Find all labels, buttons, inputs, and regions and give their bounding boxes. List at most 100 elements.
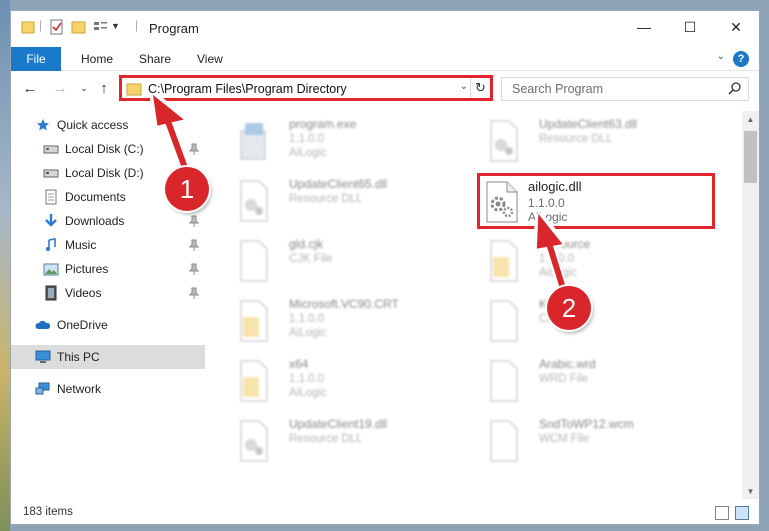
new-folder-icon[interactable] [71, 19, 87, 35]
up-arrow-icon[interactable]: ↑ [93, 77, 115, 99]
file-detail: 1.1.0.0 [289, 373, 325, 385]
file-detail: AiLogic [289, 327, 327, 339]
sidebar-item-videos[interactable]: Videos [11, 281, 205, 305]
customize-toolbar-icon[interactable] [93, 19, 109, 35]
file-detail: CJK File [289, 253, 333, 265]
file-name: UpdateClient63.dll [539, 117, 638, 131]
address-bar[interactable]: C:\Program Files\Program Directory ⌄ ↻ [119, 75, 493, 101]
cloud-icon [35, 317, 51, 333]
file-item[interactable]: UpdateClient63.dll Resource DLL [469, 113, 709, 169]
properties-icon[interactable] [49, 19, 65, 35]
vertical-scrollbar[interactable]: ▲ ▼ [742, 111, 759, 499]
separator: | [39, 18, 43, 32]
file-name: x64 [289, 357, 309, 371]
file-item[interactable]: UpdateClient65.dll Resource DLL [219, 173, 459, 229]
pin-icon[interactable] [189, 263, 199, 275]
title-bar: | ▼ | Program — ☐ ✕ [11, 11, 759, 43]
file-detail: 1.1.0.0 [528, 196, 565, 210]
sidebar-item-network[interactable]: Network [11, 377, 205, 401]
search-box[interactable]: Search Program [501, 77, 749, 101]
minimize-button[interactable]: — [621, 11, 667, 43]
step-2-badge: 2 [547, 286, 591, 330]
file-item[interactable]: gld.cjk CJK File [219, 233, 459, 289]
folder-icon [21, 21, 35, 34]
file-item[interactable]: x64 1.1.0.0 AiLogic [219, 353, 459, 409]
address-path: C:\Program Files\Program Directory [148, 82, 347, 96]
sidebar-item-pictures[interactable]: Pictures [11, 257, 205, 281]
sidebar-item-label: Videos [65, 286, 102, 300]
file-item[interactable]: Arabic.wrd WRD File [469, 353, 709, 409]
file-name: Resource [539, 237, 591, 251]
tab-share[interactable]: Share [139, 47, 171, 71]
file-detail: 1.1.0.0 [289, 133, 325, 145]
help-button[interactable]: ? [733, 51, 749, 67]
close-button[interactable]: ✕ [713, 11, 759, 43]
computer-icon [35, 349, 51, 365]
file-name: program.exe [289, 117, 357, 131]
folder-file-icon [240, 360, 268, 402]
back-arrow-icon[interactable]: ← [19, 77, 41, 99]
drive-icon [43, 165, 59, 181]
pin-icon[interactable] [189, 143, 199, 155]
sidebar-item-downloads[interactable]: Downloads [11, 209, 205, 233]
network-icon [35, 381, 51, 397]
file-item[interactable]: program.exe 1.1.0.0 AiLogic [219, 113, 459, 169]
details-view-icon[interactable] [715, 506, 729, 520]
folder-icon [126, 83, 142, 96]
large-icons-view-icon[interactable] [735, 506, 749, 520]
sidebar-item-label: Local Disk (D:) [65, 166, 144, 180]
scroll-thumb[interactable] [744, 131, 757, 183]
search-placeholder: Search Program [512, 82, 604, 96]
file-detail: 1.1.0.0 [539, 253, 575, 265]
navigation-bar: ← → ⌄ ↑ C:\Program Files\Program Directo… [11, 73, 759, 103]
tab-file[interactable]: File [11, 47, 61, 71]
file-detail: 1.1.0.0 [289, 313, 325, 325]
ribbon-tabs: File Home Share View ⌄ ? [11, 47, 759, 71]
sidebar-item-label: Music [65, 238, 97, 252]
file-name: Microsoft.VC90.CRT [289, 297, 399, 311]
explorer-window: | ▼ | Program — ☐ ✕ File Home Share View… [10, 10, 760, 525]
sidebar-item-quick-access[interactable]: Quick access [11, 113, 205, 137]
step-1-badge: 1 [165, 167, 209, 211]
file-detail: Resource DLL [289, 433, 363, 445]
sidebar-item-this-pc[interactable]: This PC [11, 345, 205, 369]
maximize-button[interactable]: ☐ [667, 11, 713, 43]
highlighted-file-item[interactable]: ailogic.dll 1.1.0.0 AiLogic [477, 173, 715, 229]
file-detail: Resource DLL [539, 133, 613, 145]
blank-file-icon [490, 360, 518, 402]
scroll-down-icon[interactable]: ▼ [742, 483, 759, 499]
tab-view[interactable]: View [197, 47, 223, 71]
sidebar-item-music[interactable]: Music [11, 233, 205, 257]
file-name: SndToWP12.wcm [539, 417, 634, 431]
address-dropdown-icon[interactable]: ⌄ [460, 81, 468, 92]
refresh-icon[interactable]: ↻ [470, 78, 490, 98]
dll-icon [486, 181, 518, 223]
dropdown-arrow-icon[interactable]: ▼ [111, 21, 120, 37]
tab-home[interactable]: Home [81, 47, 113, 71]
file-detail: AiLogic [289, 147, 327, 159]
sidebar-item-label: Quick access [57, 118, 129, 132]
scroll-up-icon[interactable]: ▲ [742, 111, 759, 127]
file-detail: WCM File [539, 433, 590, 445]
file-name: UpdateClient65.dll [289, 177, 388, 191]
pin-icon[interactable] [189, 239, 199, 251]
file-item[interactable]: SndToWP12.wcm WCM File [469, 413, 709, 469]
sidebar-item-onedrive[interactable]: OneDrive [11, 313, 205, 337]
blank-file-icon [490, 300, 518, 342]
search-icon[interactable] [728, 81, 742, 95]
recent-locations-icon[interactable]: ⌄ [73, 77, 95, 99]
pin-icon[interactable] [189, 215, 199, 227]
pin-icon[interactable] [189, 287, 199, 299]
file-detail: AiLogic [539, 267, 577, 279]
exe-icon [240, 123, 266, 160]
dll-icon [490, 120, 518, 162]
file-item[interactable]: UpdateClient19.dll Resource DLL [219, 413, 459, 469]
status-bar: 183 items [11, 502, 759, 524]
forward-arrow-icon[interactable]: → [49, 77, 71, 99]
expand-ribbon-icon[interactable]: ⌄ [717, 51, 725, 62]
file-item[interactable]: Microsoft.VC90.CRT 1.1.0.0 AiLogic [219, 293, 459, 349]
sidebar-item-label: This PC [57, 350, 100, 364]
file-item[interactable]: Resource 1.1.0.0 AiLogic [469, 233, 709, 289]
file-detail: WRD File [539, 373, 589, 385]
sidebar-item-local-disk-c[interactable]: Local Disk (C:) [11, 137, 205, 161]
